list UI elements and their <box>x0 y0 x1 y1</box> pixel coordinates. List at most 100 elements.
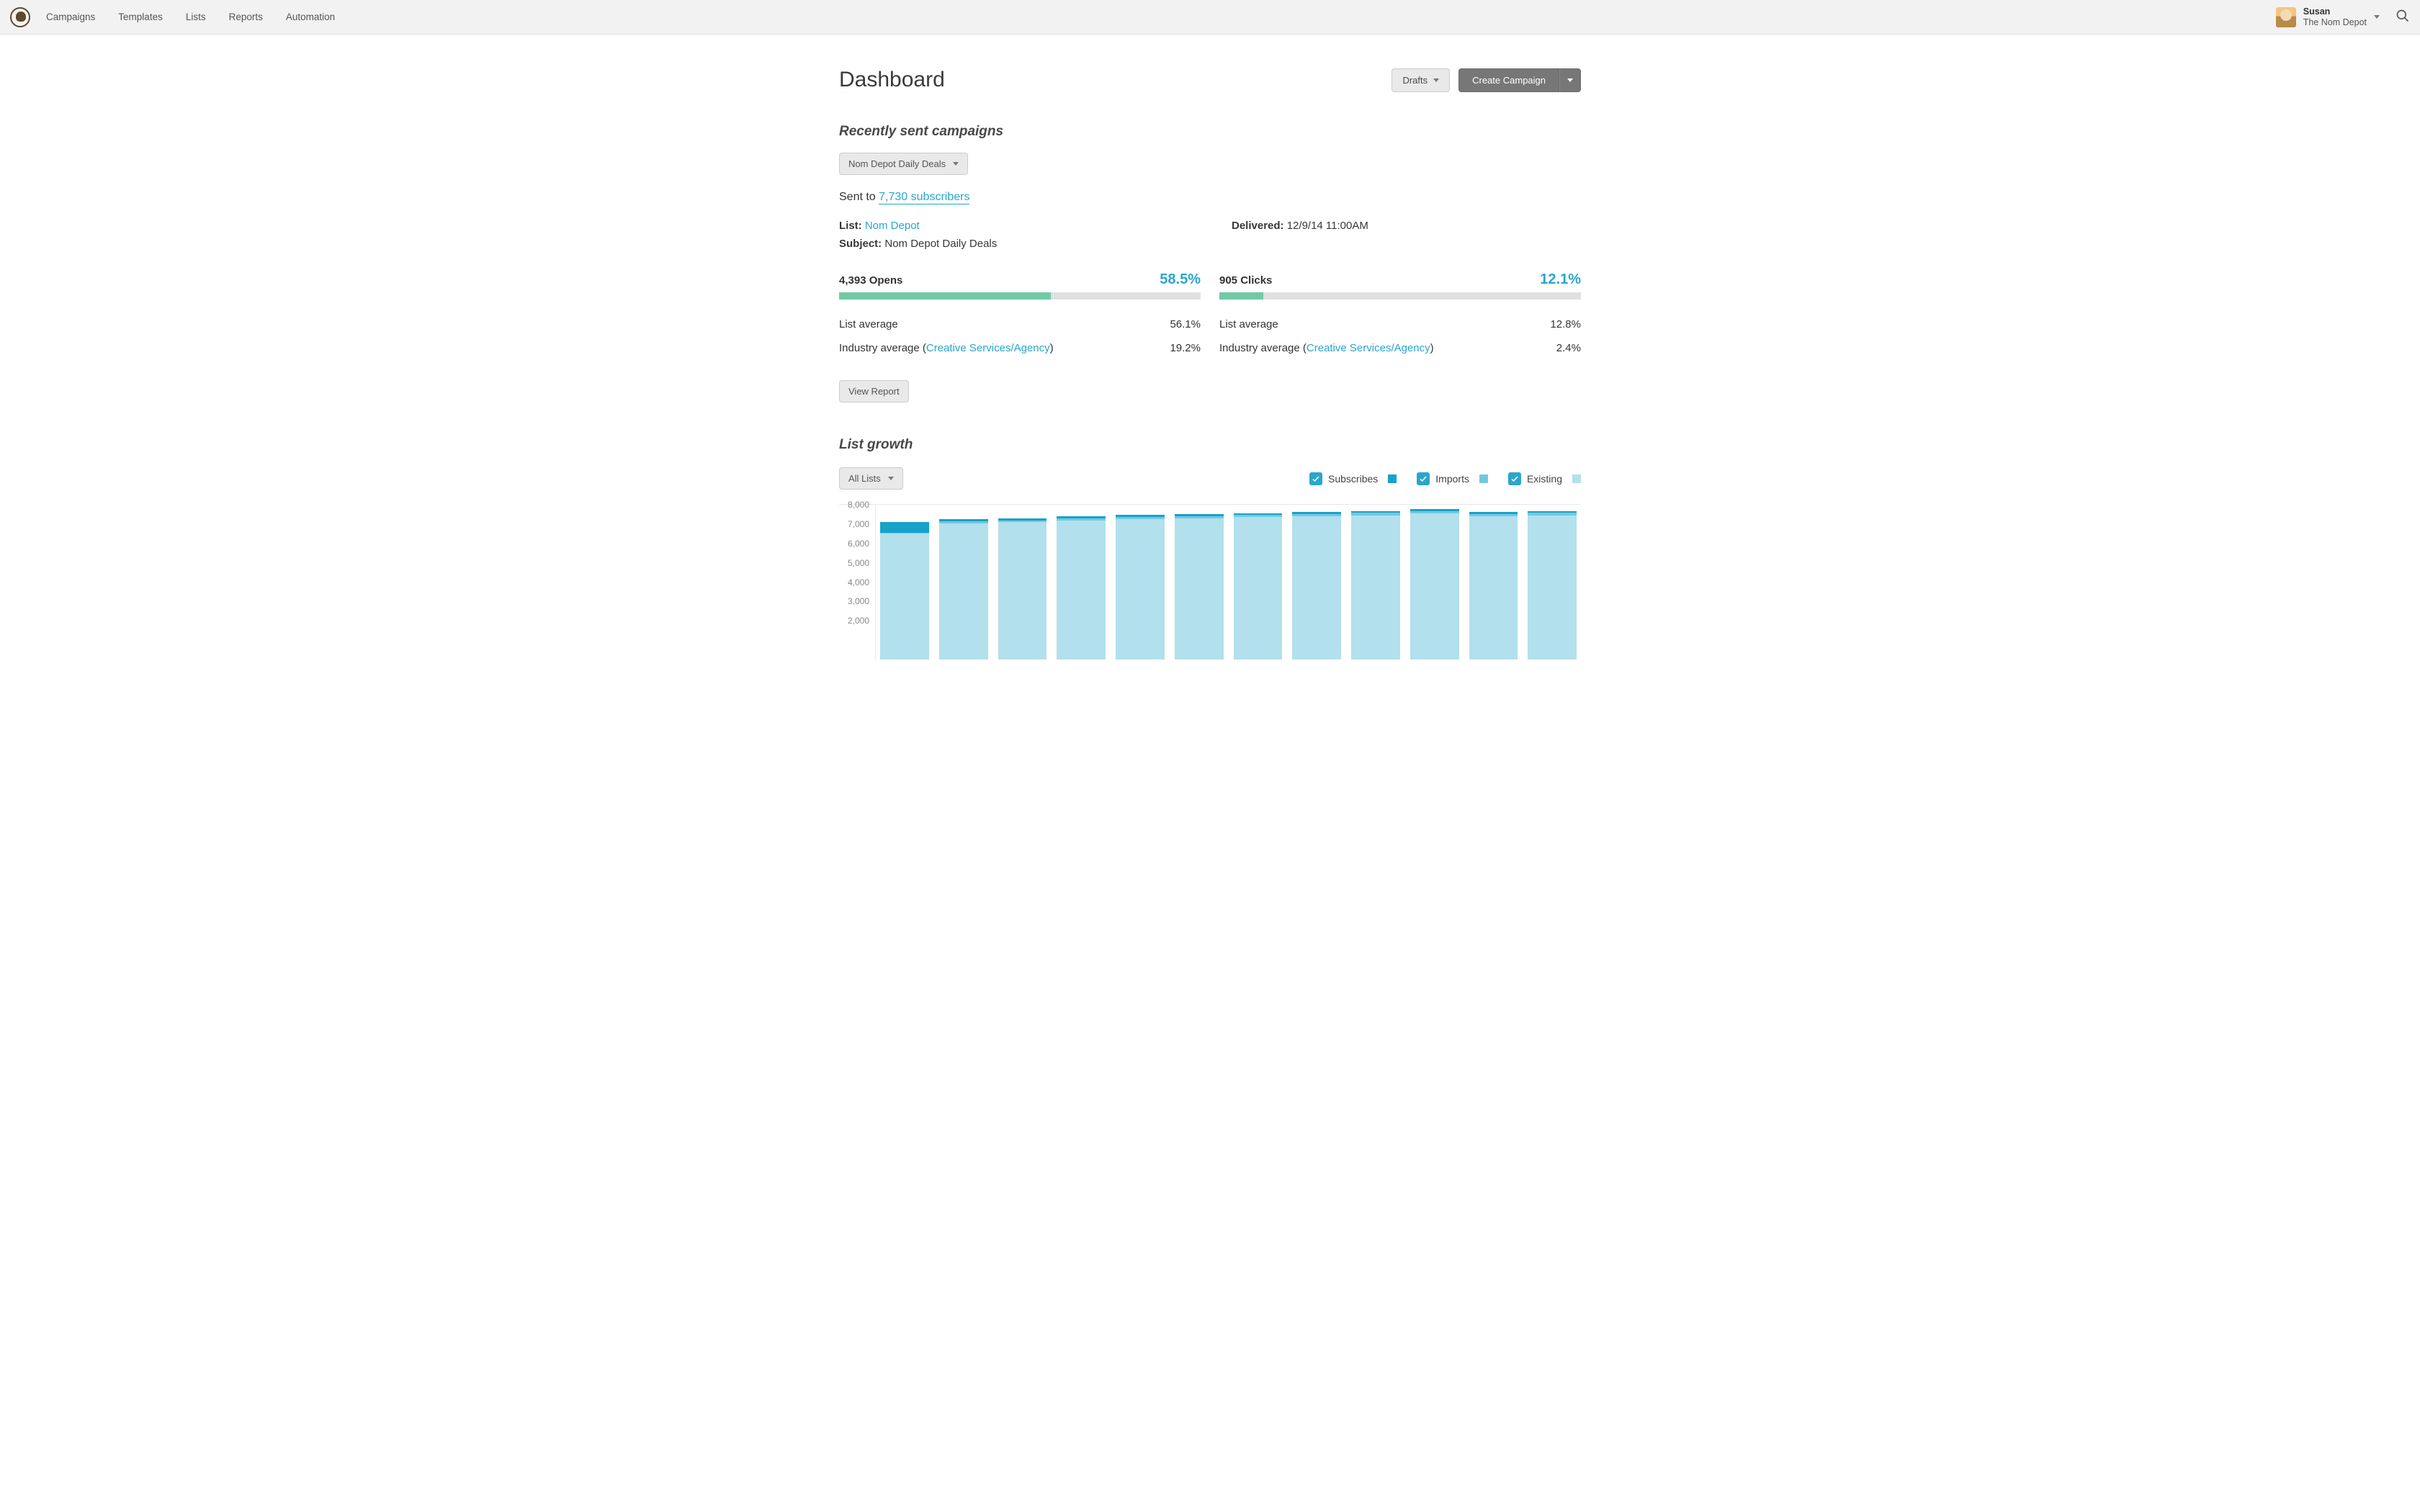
opens-count: 4,393 Opens <box>839 274 902 287</box>
bar-segment-existing <box>1116 519 1165 660</box>
create-campaign-button[interactable]: Create Campaign <box>1458 68 1559 92</box>
nav-templates[interactable]: Templates <box>118 12 163 22</box>
campaign-select-label: Nom Depot Daily Deals <box>848 158 946 169</box>
checkbox-icon <box>1309 472 1322 485</box>
chart-bar <box>998 518 1047 660</box>
subscribers-link[interactable]: 7,730 subscribers <box>879 191 969 204</box>
legend-subscribes-label: Subscribes <box>1328 473 1378 485</box>
chevron-down-icon <box>953 162 959 166</box>
subject-value: Nom Depot Daily Deals <box>884 238 997 250</box>
swatch-existing <box>1572 474 1581 483</box>
list-label: List: <box>839 220 862 232</box>
bar-segment-existing <box>1410 513 1459 660</box>
chart-bar <box>1057 516 1106 660</box>
opens-list-avg-value: 56.1% <box>1170 318 1201 330</box>
sent-to-line: Sent to 7,730 subscribers <box>839 191 1581 204</box>
chevron-down-icon <box>1433 78 1439 82</box>
nav-lists[interactable]: Lists <box>186 12 206 22</box>
opens-industry-suffix: ) <box>1050 342 1054 354</box>
y-tick: 6,000 <box>848 539 869 549</box>
chart-bar <box>1116 515 1165 660</box>
bar-segment-existing <box>1528 516 1577 660</box>
growth-list-dropdown[interactable]: All Lists <box>839 467 903 490</box>
opens-industry-prefix: Industry average ( <box>839 342 926 354</box>
checkbox-icon <box>1508 472 1521 485</box>
chart-bar <box>1351 511 1400 660</box>
chart-plot <box>875 505 1581 660</box>
bar-segment-existing <box>939 523 988 660</box>
y-tick: 7,000 <box>848 519 869 529</box>
top-nav: Campaigns Templates Lists Reports Automa… <box>0 0 2420 35</box>
delivered-value: 12/9/14 11:00AM <box>1287 220 1368 232</box>
account-name: Susan <box>2303 6 2367 17</box>
clicks-industry-value: 2.4% <box>1556 342 1581 354</box>
y-tick: 3,000 <box>848 596 869 606</box>
brand-logo-icon[interactable] <box>10 7 30 27</box>
create-campaign-dropdown[interactable] <box>1559 68 1581 92</box>
chart-y-axis: 8,0007,0006,0005,0004,0003,0002,000 <box>839 505 875 660</box>
nav-reports[interactable]: Reports <box>229 12 263 22</box>
page-title: Dashboard <box>839 68 945 92</box>
opens-progress-bar <box>839 292 1201 300</box>
meta-row-2: Subject: Nom Depot Daily Deals <box>839 238 1581 250</box>
drafts-dropdown[interactable]: Drafts <box>1392 68 1450 92</box>
clicks-list-avg-row: List average 12.8% <box>1219 312 1581 336</box>
list-link[interactable]: Nom Depot <box>865 220 920 232</box>
nav-campaigns[interactable]: Campaigns <box>46 12 95 22</box>
campaign-select-dropdown[interactable]: Nom Depot Daily Deals <box>839 153 968 175</box>
y-tick: 5,000 <box>848 558 869 568</box>
swatch-subscribes <box>1388 474 1397 483</box>
clicks-count: 905 Clicks <box>1219 274 1272 287</box>
chevron-down-icon <box>888 477 894 480</box>
opens-progress-fill <box>839 292 1051 300</box>
bar-segment-existing <box>1469 516 1518 660</box>
clicks-industry-prefix: Industry average ( <box>1219 342 1307 354</box>
account-menu[interactable]: Susan The Nom Depot <box>2276 6 2380 27</box>
opens-industry-value: 19.2% <box>1170 342 1201 354</box>
clicks-industry-row: Industry average (Creative Services/Agen… <box>1219 336 1581 360</box>
subject-label: Subject: <box>839 238 882 250</box>
growth-controls: All Lists Subscribes Imports Existing <box>839 467 1581 490</box>
search-icon[interactable] <box>2396 9 2410 25</box>
clicks-stat: 905 Clicks 12.1% List average 12.8% Indu… <box>1219 271 1581 360</box>
account-org: The Nom Depot <box>2303 17 2367 27</box>
nav-automation[interactable]: Automation <box>286 12 335 22</box>
opens-industry-row: Industry average (Creative Services/Agen… <box>839 336 1201 360</box>
y-tick: 8,000 <box>848 500 869 510</box>
growth-chart: 8,0007,0006,0005,0004,0003,0002,000 <box>839 504 1581 660</box>
chart-bar <box>1292 512 1341 660</box>
view-report-button[interactable]: View Report <box>839 380 909 402</box>
chart-bar <box>939 519 988 660</box>
clicks-pct: 12.1% <box>1540 271 1581 288</box>
create-campaign-group: Create Campaign <box>1458 68 1581 92</box>
checkbox-icon <box>1417 472 1430 485</box>
stats-columns: 4,393 Opens 58.5% List average 56.1% Ind… <box>839 271 1581 360</box>
bar-segment-existing <box>880 534 929 660</box>
legend-existing[interactable]: Existing <box>1508 472 1581 485</box>
nav-items: Campaigns Templates Lists Reports Automa… <box>46 12 2276 22</box>
bar-segment-existing <box>1175 518 1224 660</box>
y-tick: 2,000 <box>848 616 869 626</box>
page-header: Dashboard Drafts Create Campaign <box>839 68 1581 92</box>
y-tick: 4,000 <box>848 577 869 588</box>
legend-subscribes[interactable]: Subscribes <box>1309 472 1397 485</box>
chevron-down-icon <box>1567 78 1573 82</box>
opens-industry-link[interactable]: Creative Services/Agency <box>926 342 1050 354</box>
bar-segment-existing <box>998 522 1047 660</box>
bar-segment-existing <box>1057 521 1106 660</box>
bar-segment-subscribes <box>880 522 929 533</box>
legend-imports[interactable]: Imports <box>1417 472 1488 485</box>
drafts-label: Drafts <box>1402 75 1428 86</box>
legend-imports-label: Imports <box>1435 473 1469 485</box>
sent-to-prefix: Sent to <box>839 191 879 203</box>
clicks-progress-fill <box>1219 292 1263 300</box>
clicks-list-avg-value: 12.8% <box>1550 318 1581 330</box>
chart-bar <box>1528 511 1577 660</box>
chart-bar <box>1175 514 1224 660</box>
clicks-industry-link[interactable]: Creative Services/Agency <box>1307 342 1430 354</box>
growth-legend: Subscribes Imports Existing <box>1309 472 1581 485</box>
chart-bar <box>1234 513 1283 660</box>
swatch-imports <box>1479 474 1488 483</box>
chart-bar <box>880 522 929 660</box>
avatar <box>2276 7 2296 27</box>
